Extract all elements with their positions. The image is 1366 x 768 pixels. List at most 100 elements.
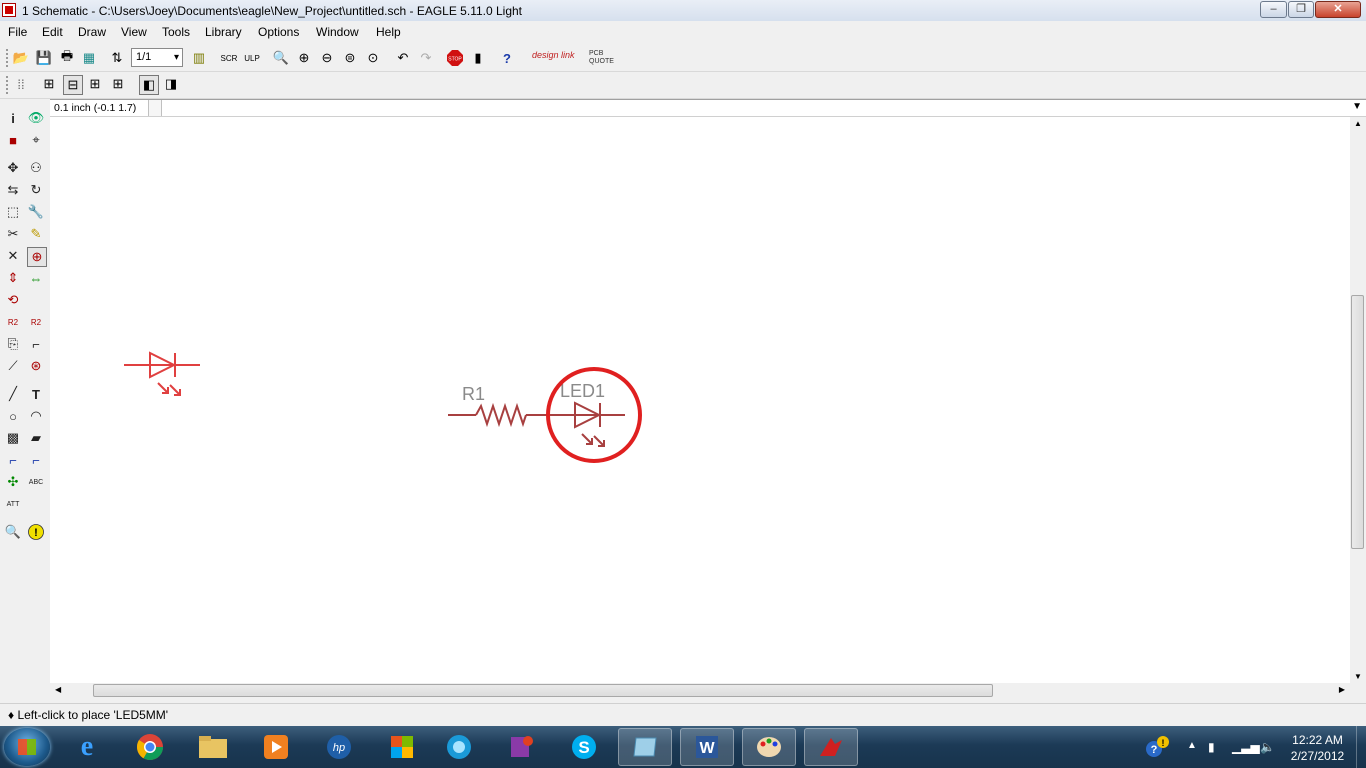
attribute-icon[interactable]: ATT [4,495,22,513]
taskbar-internet-explorer-icon[interactable]: e [60,728,114,766]
volume-icon[interactable]: 🔈 [1260,740,1275,754]
resistor-r1[interactable] [448,402,550,428]
erc-icon[interactable]: 🔍 [4,523,22,541]
command-input[interactable] [214,101,1366,118]
invoke-icon[interactable]: ⊛ [27,357,45,375]
menu-help[interactable]: Help [376,25,401,39]
taskbar-eagle-icon[interactable] [804,728,858,766]
menu-library[interactable]: Library [205,25,242,39]
junction-icon[interactable]: ✣ [4,473,22,491]
ulp-icon[interactable]: ULP [243,49,261,67]
taskbar-media-player-icon[interactable] [249,728,303,766]
mark-icon[interactable]: ⌖ [27,131,45,149]
zoom-redraw-icon[interactable]: ⊜ [341,49,359,67]
menu-tools[interactable]: Tools [162,25,190,39]
print-icon[interactable]: 🖶 [58,48,76,67]
rect-icon[interactable]: ▩ [4,429,22,447]
miter-icon[interactable]: ⌐ [27,335,45,353]
zoom-select-icon[interactable]: ⊙ [364,49,382,67]
power-icon[interactable]: ▮ [1208,740,1215,754]
delete-icon[interactable]: ✕ [4,247,22,265]
move-icon[interactable]: ✥ [4,159,22,177]
maximize-button[interactable]: ❐ [1288,1,1314,18]
show-icon[interactable]: 👁 [27,109,45,127]
close-button[interactable]: ✕ [1315,1,1361,18]
name-icon[interactable]: R2 [4,313,22,331]
coordinate-selector[interactable] [148,100,162,116]
replace-icon[interactable]: ⟲ [4,291,22,309]
errors-icon[interactable]: ! [27,523,45,541]
paste-icon[interactable]: ✎ [27,225,45,243]
split-icon[interactable]: ⟋ [4,357,22,375]
stop-icon[interactable]: STOP [446,49,464,67]
network-icon[interactable]: ▁▃▅ [1232,740,1260,754]
redo-icon[interactable]: ↷ [417,49,435,67]
grid-icon[interactable]: ⁞⁞ [12,75,30,93]
vertical-scroll-thumb[interactable] [1351,295,1364,549]
menu-view[interactable]: View [121,25,147,39]
display-icon[interactable]: ■ [4,131,22,149]
taskbar-hp-icon[interactable]: hp [312,728,366,766]
label-icon[interactable]: ABC [27,473,45,491]
pcb-quote-button[interactable]: PCB QUOTE [589,50,623,66]
layout-icon-2[interactable]: ⊟ [63,75,83,95]
schematic-canvas[interactable]: R1 LED1 [50,117,1350,683]
vertical-scrollbar[interactable]: ▲ ▼ [1350,117,1366,683]
library-icon[interactable]: ▥ [190,49,208,67]
system-clock[interactable]: 12:22 AM 2/27/2012 [1280,732,1355,764]
led-led1[interactable] [550,401,625,447]
bus-icon[interactable]: ⌐ [4,451,22,469]
taskbar-file-explorer-icon[interactable] [186,728,240,766]
designlink-button[interactable]: design link [532,50,575,60]
layout-icon-3[interactable]: ⊞ [86,75,104,93]
menu-edit[interactable]: Edit [42,25,63,39]
action-center-icon[interactable]: ?! [1144,735,1170,762]
taskbar-skype-icon[interactable]: S [557,728,611,766]
open-icon[interactable]: 📂 [12,49,30,67]
cut-icon[interactable]: ✂ [4,225,22,243]
taskbar-word-icon[interactable]: W [680,728,734,766]
gateswap-icon[interactable]: ⇔ [27,269,45,287]
horizontal-scrollbar[interactable]: ◀ ▶ [50,683,1350,699]
group-icon[interactable]: ⬚ [4,203,22,221]
menu-draw[interactable]: Draw [78,25,106,39]
zoom-out-icon[interactable]: ⊖ [318,49,336,67]
help-icon[interactable]: ? [498,49,516,67]
scroll-right-arrow[interactable]: ▶ [1339,685,1345,694]
value-icon[interactable]: R2 [27,313,45,331]
menu-window[interactable]: Window [316,25,359,39]
layout-icon-1[interactable]: ⊞ [40,75,58,93]
net-icon[interactable]: ⌐ [27,451,45,469]
show-desktop-button[interactable] [1356,726,1366,768]
eagle-app-icon[interactable] [2,3,16,17]
show-hidden-icons[interactable]: ▲ [1187,740,1197,751]
start-button[interactable] [4,728,50,766]
mirror-icon[interactable]: ⇆ [4,181,22,199]
scroll-up-arrow[interactable]: ▲ [1354,119,1362,128]
taskbar-virtual-pc-icon[interactable] [618,728,672,766]
sheet-icon[interactable]: ⇅ [108,49,126,67]
taskbar-onenote-icon[interactable] [494,728,548,766]
minimize-button[interactable]: – [1260,1,1287,18]
arc-icon[interactable]: ◠ [27,407,45,425]
layout-icon-6[interactable]: ◨ [162,75,180,93]
info-icon[interactable]: i [4,109,22,127]
layout-icon-4[interactable]: ⊞ [109,75,127,93]
command-history-dropdown[interactable]: ▼ [1352,101,1362,112]
scroll-left-arrow[interactable]: ◀ [55,685,61,694]
zoom-fit-icon[interactable]: 🔍 [272,49,290,67]
menu-file[interactable]: File [8,25,27,39]
change-icon[interactable]: 🔧 [27,203,45,221]
copy-icon[interactable]: ⚇ [27,159,45,177]
pinswap-icon[interactable]: ⇕ [4,269,22,287]
smash-icon[interactable]: ⎘ [4,335,22,353]
taskbar-office-icon[interactable] [375,728,429,766]
taskbar-orb-icon[interactable] [432,728,486,766]
text-icon[interactable]: T [27,385,45,403]
script-icon[interactable]: SCR [220,49,238,67]
taskbar-chrome-icon[interactable] [123,728,177,766]
go-icon[interactable]: ▮ [469,49,487,67]
add-icon[interactable]: ⊕ [27,247,47,267]
sheet-select[interactable]: 1/1 [131,48,183,67]
circle-icon[interactable]: ○ [4,407,22,425]
